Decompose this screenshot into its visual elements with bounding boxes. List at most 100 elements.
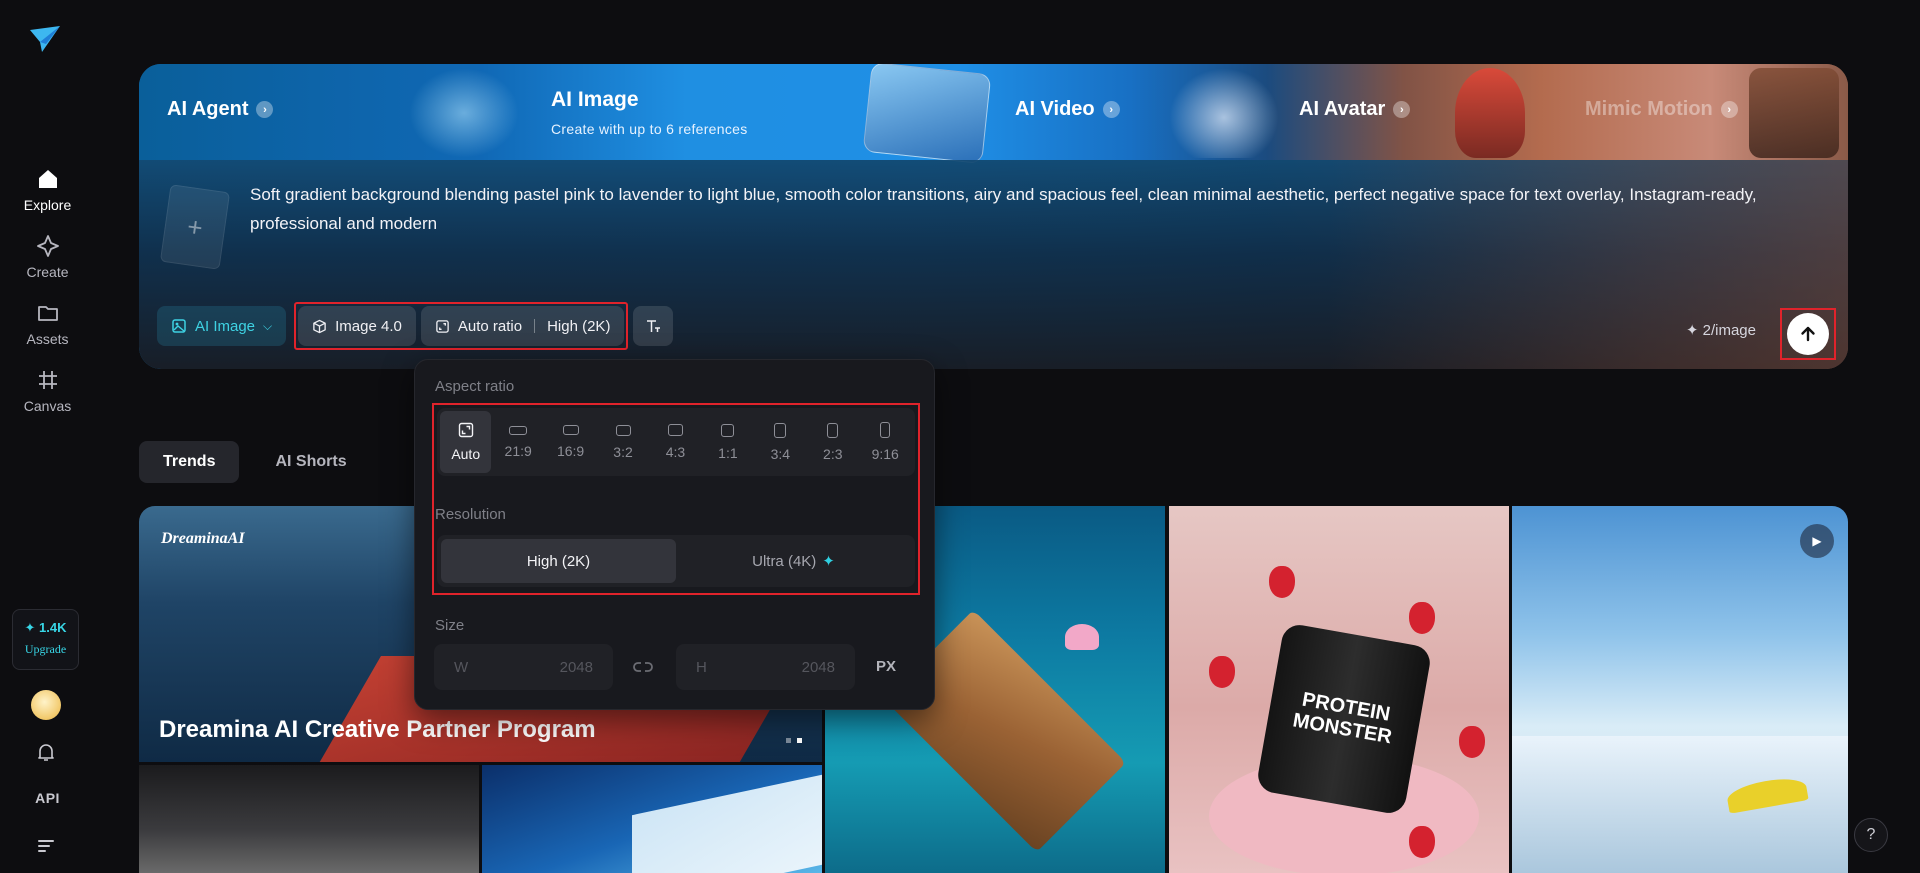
api-link[interactable]: API	[0, 790, 95, 806]
help-button[interactable]: ?	[1854, 818, 1888, 852]
ratio-2-3-icon	[827, 422, 839, 438]
resolution-label: Resolution	[435, 506, 506, 523]
mode-label: AI Image	[195, 317, 256, 335]
sidebar-item-create[interactable]: Create	[0, 233, 95, 280]
home-icon	[38, 170, 57, 188]
mode-select[interactable]: AI Image ⌵	[157, 306, 287, 346]
ratio-label: 1:1	[718, 444, 738, 461]
model-label: Image 4.0	[335, 317, 402, 335]
resolution-option-ultra[interactable]: Ultra (4K) ✦	[676, 539, 911, 583]
arrow-up-icon	[1801, 326, 1815, 342]
resolution-option-label: Ultra (4K)	[752, 552, 817, 570]
ratio-option-4-3[interactable]: 4:3	[650, 411, 701, 473]
upgrade-label: Upgrade	[24, 642, 67, 656]
ratio-label: Auto ratio	[457, 317, 523, 335]
height-field[interactable]: H 2048	[676, 644, 855, 690]
ratio-option-2-3[interactable]: 2:3	[807, 411, 858, 473]
generate-button[interactable]	[1787, 313, 1829, 355]
cost-per-image: ✦ 2/image	[1685, 322, 1756, 339]
gallery-item-lego[interactable]	[482, 765, 822, 873]
upgrade-button[interactable]: ✦ 1.4K Upgrade	[12, 609, 79, 670]
ratio-option-21-9[interactable]: 21:9	[492, 411, 543, 473]
divider	[534, 319, 536, 333]
sidebar: Explore Create Assets Canvas ✦ 1.4K Upgr…	[0, 0, 95, 873]
sidebar-item-label: Explore	[23, 197, 72, 213]
sparkle-icon: ✦	[822, 553, 835, 570]
gallery-item-protein[interactable]: PROTEIN MONSTER	[1169, 506, 1509, 873]
ratio-4-3-icon	[667, 424, 683, 436]
strawberry-artwork	[1459, 726, 1485, 758]
sidebar-item-assets[interactable]: Assets	[0, 300, 95, 347]
tab-ai-video[interactable]: AI Video ›	[1015, 98, 1120, 121]
carousel-dots[interactable]	[786, 738, 802, 743]
prompt-input[interactable]: Soft gradient background blending pastel…	[250, 180, 1830, 238]
add-reference-button[interactable]: +	[159, 184, 231, 270]
strawberry-artwork	[1409, 602, 1435, 634]
folder-icon	[37, 306, 58, 321]
agent-illustration	[409, 68, 519, 158]
chevron-right-icon: ›	[1102, 101, 1120, 118]
text-style-button[interactable]	[633, 306, 674, 346]
ratio-3-2-icon	[615, 424, 631, 436]
ratio-option-auto[interactable]: Auto	[440, 411, 492, 473]
tab-label: Mimic Motion	[1585, 98, 1713, 120]
ratio-label: 2:3	[823, 445, 843, 462]
dreamina-logo[interactable]	[28, 24, 62, 56]
tab-mimic-motion[interactable]: Mimic Motion ›	[1585, 98, 1738, 121]
banner-brand-logo: DreaminaAI	[161, 530, 245, 547]
tab-trends[interactable]: Trends	[139, 441, 240, 483]
link-aspect-icon[interactable]	[632, 657, 654, 677]
prompt-area: + Soft gradient background blending past…	[139, 160, 1848, 369]
aspect-ratio-icon	[436, 319, 449, 333]
width-label: W	[454, 658, 469, 676]
ratio-21-9-icon	[509, 425, 528, 435]
gallery-item-statue[interactable]	[139, 765, 479, 873]
resolution-options: High (2K) Ultra (4K) ✦	[437, 535, 915, 587]
create-panel: AI Agent › AI Image Create with up to 6 …	[139, 64, 1848, 369]
ratio-settings-highlight: Auto 21:9 16:9 3:2 4:3 1:1 3:4 2:3 9:16 …	[432, 403, 920, 595]
ratio-option-16-9[interactable]: 16:9	[545, 411, 596, 473]
tab-ai-shorts[interactable]: AI Shorts	[251, 441, 370, 483]
mimic-illustration	[1749, 68, 1839, 158]
ratio-label: 9:16	[871, 446, 899, 462]
image-icon	[172, 319, 186, 333]
ratio-option-3-4[interactable]: 3:4	[755, 411, 806, 473]
jellyfish-artwork	[1065, 624, 1099, 650]
ratio-option-1-1[interactable]: 1:1	[702, 411, 753, 473]
carousel-dot[interactable]	[786, 738, 791, 743]
ratio-label: 3:4	[770, 445, 791, 462]
credits-count: ✦ 1.4K	[24, 620, 67, 635]
tab-label: AI Agent	[167, 98, 249, 120]
sidebar-item-explore[interactable]: Explore	[0, 166, 95, 213]
settings-highlight: Image 4.0 Auto ratio High (2K)	[294, 302, 629, 350]
resolution-option-high[interactable]: High (2K)	[441, 539, 676, 583]
avatar-illustration	[1169, 68, 1279, 158]
tab-ai-image[interactable]: AI Image	[551, 88, 639, 112]
menu-icon[interactable]	[37, 838, 57, 854]
width-field[interactable]: W 2048	[434, 644, 613, 690]
ratio-settings-popover: Aspect ratio Auto 21:9 16:9 3:2 4:3 1:1 …	[414, 359, 935, 710]
ratio-label: 21:9	[504, 442, 532, 459]
ratio-label: Auto	[451, 446, 481, 462]
banner-title: Dreamina AI Creative Partner Program	[159, 716, 596, 743]
gallery-item-paraglider[interactable]: ▶	[1512, 506, 1848, 873]
sidebar-item-label: Create	[26, 264, 69, 280]
product-label: PROTEIN MONSTER	[1291, 688, 1394, 749]
tab-ai-agent[interactable]: AI Agent ›	[167, 98, 274, 121]
model-select[interactable]: Image 4.0	[298, 306, 416, 346]
carousel-dot-active[interactable]	[797, 738, 802, 743]
ratio-resolution-select[interactable]: Auto ratio High (2K)	[420, 306, 625, 346]
ratio-option-9-16[interactable]: 9:16	[860, 411, 911, 473]
protein-jar-artwork: PROTEIN MONSTER	[1255, 622, 1433, 816]
tab-ai-image-subtitle: Create with up to 6 references	[551, 121, 748, 137]
ratio-3-4-icon	[774, 422, 787, 438]
sidebar-item-canvas[interactable]: Canvas	[0, 367, 95, 414]
ratio-option-3-2[interactable]: 3:2	[597, 411, 648, 473]
avatar[interactable]	[31, 690, 61, 720]
unit-label[interactable]: PX	[876, 658, 896, 675]
prompt-toolbar: AI Image ⌵ Image 4.0 Auto ratio High (2K…	[157, 302, 674, 350]
tab-ai-avatar[interactable]: AI Avatar ›	[1299, 98, 1411, 121]
ratio-1-1-icon	[721, 423, 735, 437]
bell-icon[interactable]	[35, 741, 57, 763]
play-icon[interactable]: ▶	[1800, 524, 1834, 558]
